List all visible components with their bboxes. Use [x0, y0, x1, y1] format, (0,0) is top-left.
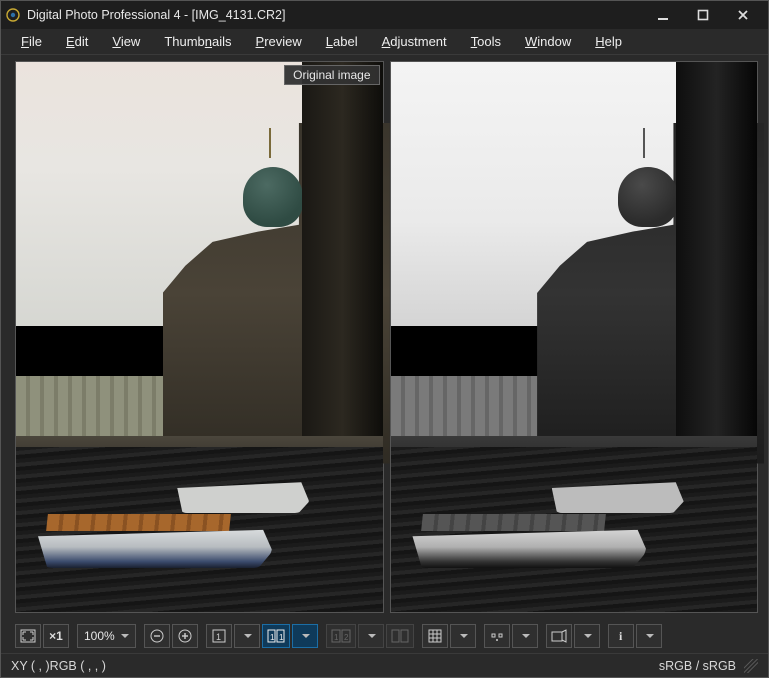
zoom-in-icon [177, 628, 193, 644]
menu-tools[interactable]: Tools [461, 31, 511, 52]
svg-text:1: 1 [270, 633, 275, 642]
window-title: Digital Photo Professional 4 - [IMG_4131… [27, 8, 646, 22]
menubar: File Edit View Thumbnails Preview Label … [1, 29, 768, 55]
fit-screen-icon [20, 629, 36, 643]
fit-screen-button[interactable] [15, 624, 41, 648]
edited-image [391, 62, 758, 612]
maximize-button[interactable] [686, 4, 720, 26]
highlight-warning-button[interactable] [546, 624, 572, 648]
svg-text:1: 1 [216, 632, 221, 642]
split-view-dropdown[interactable] [292, 624, 318, 648]
grid-icon [428, 629, 442, 643]
menu-thumbnails[interactable]: Thumbnails [154, 31, 241, 52]
dual-pane-icon: 11 [267, 629, 285, 643]
single-pane-icon: 1 [212, 629, 226, 643]
titlebar: Digital Photo Professional 4 - [IMG_4131… [1, 1, 768, 29]
zoom-in-button[interactable] [172, 624, 198, 648]
zoom-percent-dropdown[interactable]: 100% [77, 624, 136, 648]
app-window: Digital Photo Professional 4 - [IMG_4131… [0, 0, 769, 678]
highlight-warning-dropdown[interactable] [574, 624, 600, 648]
original-image [16, 62, 383, 612]
grid-dropdown[interactable] [450, 624, 476, 648]
zoom-out-icon [149, 628, 165, 644]
grid-button[interactable] [422, 624, 448, 648]
window-controls [646, 4, 764, 26]
resize-grip[interactable] [744, 659, 758, 673]
menu-adjustment[interactable]: Adjustment [372, 31, 457, 52]
menu-view[interactable]: View [102, 31, 150, 52]
multi-compare-icon [391, 629, 409, 643]
preview-pane-original[interactable]: Original image [15, 61, 384, 613]
info-dropdown[interactable] [636, 624, 662, 648]
app-icon [5, 7, 21, 23]
multi-compare-button[interactable] [386, 624, 414, 648]
svg-text:2: 2 [344, 633, 349, 642]
single-view-dropdown[interactable] [234, 624, 260, 648]
status-bar: XY ( , )RGB ( , , ) sRGB / sRGB [1, 653, 768, 677]
menu-window[interactable]: Window [515, 31, 581, 52]
status-coords: XY ( , )RGB ( , , ) [11, 659, 106, 673]
svg-text:1: 1 [279, 633, 284, 642]
af-point-dropdown[interactable] [512, 624, 538, 648]
svg-text:1: 1 [334, 633, 339, 642]
bottom-toolbar: ×1 100% 1 11 12 [1, 619, 768, 653]
af-point-icon [489, 629, 505, 643]
pin-compare-button[interactable]: 12 [326, 624, 356, 648]
preview-area: Original image [1, 55, 768, 619]
pin-compare-dropdown[interactable] [358, 624, 384, 648]
zoom-1x-button[interactable]: ×1 [43, 624, 69, 648]
af-point-button[interactable] [484, 624, 510, 648]
menu-file[interactable]: File [11, 31, 52, 52]
status-colorspace: sRGB / sRGB [659, 659, 736, 673]
preview-pane-edited[interactable] [390, 61, 759, 613]
split-view-button[interactable]: 11 [262, 624, 290, 648]
original-image-label: Original image [284, 65, 379, 85]
pin-compare-icon: 12 [331, 629, 351, 643]
highlight-warn-icon [551, 629, 567, 643]
zoom-out-button[interactable] [144, 624, 170, 648]
menu-edit[interactable]: Edit [56, 31, 98, 52]
menu-help[interactable]: Help [585, 31, 632, 52]
close-button[interactable] [726, 4, 760, 26]
info-button[interactable]: i [608, 624, 634, 648]
menu-preview[interactable]: Preview [246, 31, 312, 52]
single-view-button[interactable]: 1 [206, 624, 232, 648]
menu-label[interactable]: Label [316, 31, 368, 52]
minimize-button[interactable] [646, 4, 680, 26]
